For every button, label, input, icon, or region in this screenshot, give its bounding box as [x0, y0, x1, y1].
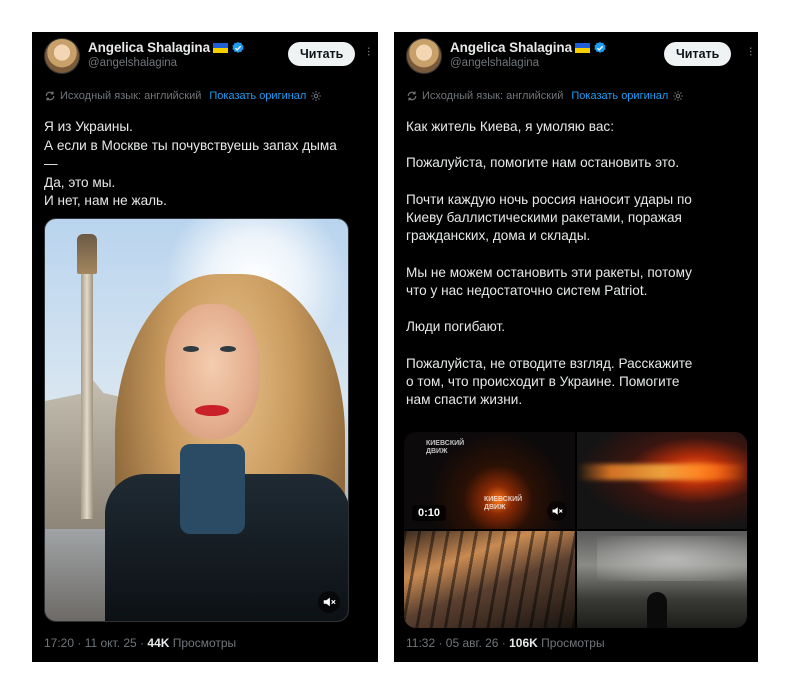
views-label: Просмотры [169, 636, 237, 650]
photo-lips [195, 405, 229, 416]
tweet-header: Angelica Shalagina @angelshalagina Читат… [32, 32, 378, 80]
translation-note: Исходный язык: английский [422, 90, 564, 102]
media-grid: КИЕВСКИЙ ДВИЖ КИЕВСКИЙ ДВИЖ 0:10 [404, 432, 747, 628]
translate-icon [407, 91, 417, 101]
photo-column [81, 269, 93, 519]
views-count: 44K [147, 636, 170, 650]
gear-icon[interactable] [310, 90, 322, 102]
photo-eye-right [220, 346, 236, 352]
tweet-card-right: Angelica Shalagina @angelshalagina Читат… [394, 32, 758, 662]
follow-button[interactable]: Читать [664, 42, 732, 66]
photo-face [165, 304, 260, 439]
speaker-muted-icon[interactable] [318, 591, 340, 613]
tweet-meta: 17:20 · 11 окт. 25 · 44K Просмотры [44, 636, 236, 650]
media-photo-2[interactable] [576, 432, 747, 529]
name-row: Angelica Shalagina [88, 40, 245, 55]
watermark-logo: КИЕВСКИЙ ДВИЖ [426, 440, 465, 455]
views-count: 106K [509, 636, 538, 650]
handle[interactable]: @angelshalagina [88, 57, 177, 69]
tweet-video[interactable] [44, 218, 349, 622]
translate-icon [45, 91, 55, 101]
media-photo-3[interactable] [404, 531, 575, 628]
more-dots-icon[interactable]: ··· [362, 46, 377, 56]
gear-icon[interactable] [672, 90, 684, 102]
smoke-cloud [596, 536, 747, 581]
tweet-header: Angelica Shalagina @angelshalagina Читат… [394, 32, 758, 80]
handle[interactable]: @angelshalagina [450, 57, 539, 69]
avatar[interactable] [406, 38, 442, 74]
display-name[interactable]: Angelica Shalagina [450, 40, 572, 55]
timestamp[interactable]: 17:20 · 11 окт. 25 · [44, 636, 147, 650]
translation-bar: Исходный язык: английский Показать ориги… [406, 90, 684, 102]
photo-eye-left [183, 346, 199, 352]
verified-badge-icon [232, 41, 244, 53]
ukraine-flag-icon [575, 42, 590, 53]
tweet-meta: 11:32 · 05 авг. 26 · 106K Просмотры [406, 636, 605, 650]
show-original-link[interactable]: Показать оригинал [571, 90, 668, 102]
fire-line [576, 464, 747, 480]
tweet-card-left: Angelica Shalagina @angelshalagina Читат… [32, 32, 378, 662]
photo-turtleneck [180, 444, 245, 534]
views-label: Просмотры [537, 636, 605, 650]
warehouse-rails [404, 531, 575, 628]
timestamp[interactable]: 11:32 · 05 авг. 26 · [406, 636, 509, 650]
name-row: Angelica Shalagina [450, 40, 607, 55]
avatar[interactable] [44, 38, 80, 74]
media-video-1[interactable]: КИЕВСКИЙ ДВИЖ КИЕВСКИЙ ДВИЖ 0:10 [404, 432, 575, 529]
translation-note: Исходный язык: английский [60, 90, 202, 102]
speaker-muted-icon[interactable] [546, 501, 567, 521]
tweet-text: Я из Украины. А если в Москве ты почувст… [44, 119, 337, 208]
show-original-link[interactable]: Показать оригинал [209, 90, 306, 102]
ukraine-flag-icon [213, 42, 228, 53]
video-duration: 0:10 [412, 505, 447, 521]
translation-bar: Исходный язык: английский Показать ориги… [44, 90, 322, 102]
media-photo-4[interactable] [576, 531, 747, 628]
follow-button[interactable]: Читать [288, 42, 356, 66]
display-name[interactable]: Angelica Shalagina [88, 40, 210, 55]
silhouette [646, 592, 667, 628]
watermark-logo: КИЕВСКИЙ ДВИЖ [484, 496, 523, 511]
verified-badge-icon [594, 41, 606, 53]
photo-statue [77, 234, 97, 274]
tweet-text: Как житель Киева, я умоляю вас: Пожалуйс… [406, 119, 693, 408]
more-dots-icon[interactable]: ··· [744, 46, 758, 56]
